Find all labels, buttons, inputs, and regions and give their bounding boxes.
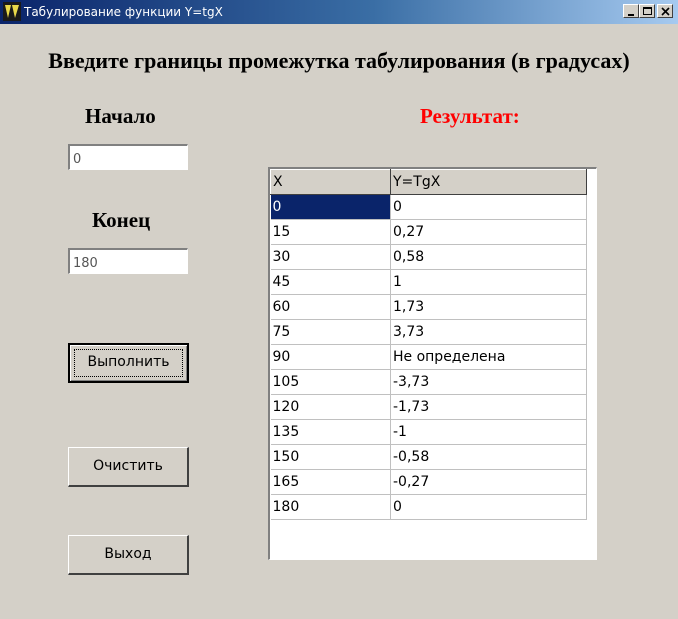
end-input[interactable]: [68, 248, 188, 274]
maximize-icon: [643, 7, 652, 15]
cell-x[interactable]: 180: [270, 494, 391, 520]
cell-x[interactable]: 60: [270, 294, 391, 320]
close-icon: [661, 7, 670, 16]
cell-y[interactable]: 0: [390, 494, 587, 520]
maximize-button[interactable]: [639, 4, 655, 18]
table-row[interactable]: 165 -0,27: [270, 469, 587, 495]
window-title: Табулирование функции Y=tgX: [24, 5, 223, 19]
cell-x[interactable]: 135: [270, 419, 391, 445]
cell-x[interactable]: 120: [270, 394, 391, 420]
minimize-icon: [628, 14, 634, 16]
cell-x[interactable]: 75: [270, 319, 391, 345]
cell-y[interactable]: -0,27: [390, 469, 587, 495]
cell-y[interactable]: 3,73: [390, 319, 587, 345]
cell-y[interactable]: -1: [390, 419, 587, 445]
cell-y[interactable]: -3,73: [390, 369, 587, 395]
close-button[interactable]: [657, 4, 673, 18]
column-header-y[interactable]: Y=TgX: [390, 169, 587, 195]
table-row[interactable]: 150 -0,58: [270, 444, 587, 470]
exit-button[interactable]: Выход: [68, 535, 189, 575]
result-label: Результат:: [420, 104, 520, 128]
cell-x[interactable]: 15: [270, 219, 391, 245]
start-input[interactable]: [68, 144, 188, 170]
delphi-app-icon: [3, 2, 21, 21]
cell-x[interactable]: 150: [270, 444, 391, 470]
cell-y[interactable]: 1,73: [390, 294, 587, 320]
run-button[interactable]: Выполнить: [68, 343, 189, 383]
result-table: X Y=TgX 0 0 15 0,27 30 0,58 45 1 60 1,73 75 3,73 90 Н…: [270, 169, 587, 520]
cell-y[interactable]: 1: [390, 269, 587, 295]
title-bar[interactable]: Табулирование функции Y=tgX: [0, 0, 678, 24]
result-grid[interactable]: X Y=TgX 0 0 15 0,27 30 0,58 45 1 60 1,73 75 3,73 90 Н…: [268, 167, 597, 560]
page-title: Введите границы промежутка табулирования…: [48, 48, 630, 73]
clear-button[interactable]: Очистить: [68, 447, 189, 487]
table-row[interactable]: 00: [270, 194, 587, 220]
cell-x[interactable]: 45: [270, 269, 391, 295]
cell-y[interactable]: 0,27: [390, 219, 587, 245]
cell-x[interactable]: 0: [270, 194, 391, 220]
clear-button-label: Очистить: [93, 458, 163, 474]
table-row[interactable]: 180 0: [270, 494, 587, 520]
cell-y[interactable]: -1,73: [390, 394, 587, 420]
focus-rect: [74, 349, 183, 377]
cell-y[interactable]: 0: [390, 194, 587, 220]
cell-x[interactable]: 30: [270, 244, 391, 270]
cell-x[interactable]: 90: [270, 344, 391, 370]
table-row[interactable]: 30 0,58: [270, 244, 587, 270]
cell-y[interactable]: 0,58: [390, 244, 587, 270]
end-label: Конец: [92, 208, 151, 232]
table-row[interactable]: 120 -1,73: [270, 394, 587, 420]
cell-y[interactable]: Не определена: [390, 344, 587, 370]
table-row[interactable]: 60 1,73: [270, 294, 587, 320]
cell-x[interactable]: 105: [270, 369, 391, 395]
exit-button-label: Выход: [104, 546, 152, 562]
cell-x[interactable]: 165: [270, 469, 391, 495]
table-row[interactable]: 135 -1: [270, 419, 587, 445]
table-row[interactable]: 105 -3,73: [270, 369, 587, 395]
table-row[interactable]: 75 3,73: [270, 319, 587, 345]
minimize-button[interactable]: [623, 4, 639, 18]
table-row[interactable]: 15 0,27: [270, 219, 587, 245]
header-row: X Y=TgX: [270, 169, 587, 195]
table-row[interactable]: 45 1: [270, 269, 587, 295]
column-header-x[interactable]: X: [270, 169, 391, 195]
cell-y[interactable]: -0,58: [390, 444, 587, 470]
start-label: Начало: [85, 104, 156, 128]
table-row[interactable]: 90 Не определена: [270, 344, 587, 370]
